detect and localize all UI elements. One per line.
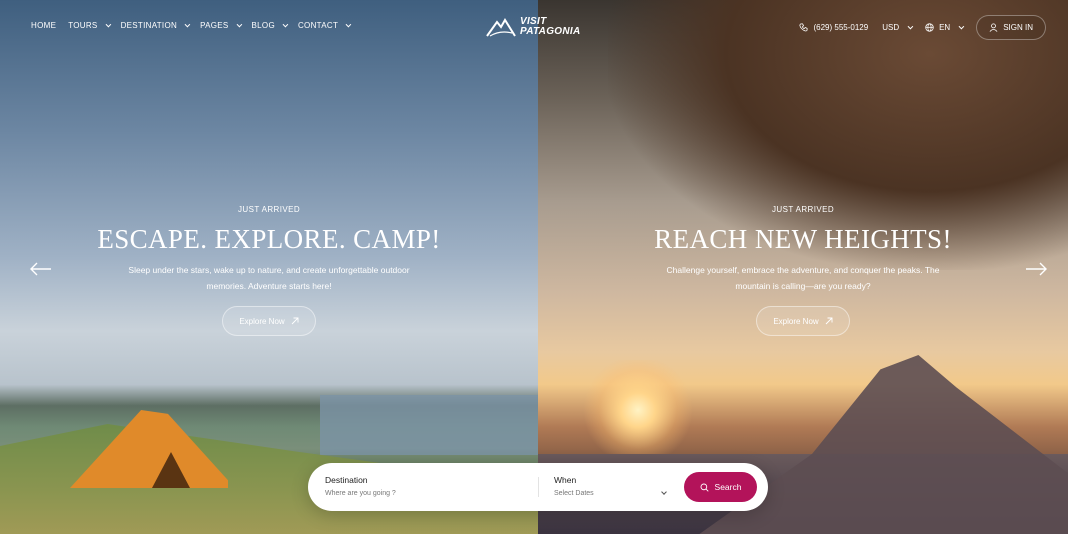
chevron-down-icon (184, 21, 191, 27)
nav-destination-label: DESTINATION (120, 21, 178, 30)
nav-contact-label: CONTACT (297, 21, 339, 30)
main-menu: HOME TOURS DESTINATION PAGES BLOG CONTAC… (31, 21, 352, 30)
slide-headline: REACH NEW HEIGHTS! (654, 224, 952, 254)
chevron-down-icon[interactable] (661, 489, 667, 495)
chevron-down-icon (105, 21, 111, 27)
sunset-glow (578, 360, 698, 460)
currency-selector[interactable]: USD (882, 23, 914, 32)
chevron-down-icon (907, 23, 914, 29)
utility-menu: (629) 555-0129 USD EN SIGN IN (799, 15, 1046, 40)
sign-in-button[interactable]: SIGN IN (976, 15, 1046, 40)
explore-now-label: Explore Now (773, 316, 819, 326)
arrow-right-icon[interactable] (1025, 262, 1047, 276)
nav-pages-label: PAGES (200, 21, 229, 30)
nav-blog[interactable]: BLOG (251, 21, 289, 30)
nav-tours[interactable]: TOURS (68, 21, 111, 30)
slide-camping-copy: JUST ARRIVED ESCAPE. EXPLORE. CAMP! Slee… (0, 205, 538, 336)
currency-label: USD (882, 23, 900, 32)
nav-blog-label: BLOG (251, 21, 275, 30)
user-icon (989, 23, 998, 32)
logo-line-2: PATAGONIA (520, 26, 581, 37)
destination-label: Destination (325, 475, 368, 485)
search-icon (700, 483, 709, 492)
top-navbar: HOME TOURS DESTINATION PAGES BLOG CONTAC… (0, 0, 1068, 56)
nav-home-label: HOME (31, 21, 57, 30)
search-bar: Destination Where are you going ? When S… (308, 463, 768, 511)
explore-now-label: Explore Now (239, 316, 285, 326)
slide-description: Challenge yourself, embrace the adventur… (666, 265, 940, 291)
search-button-label: Search (714, 482, 742, 492)
globe-icon (925, 23, 934, 32)
explore-now-button[interactable]: Explore Now (222, 306, 316, 336)
date-placeholder: Select Dates (554, 490, 594, 497)
when-label: When (554, 475, 577, 485)
explore-now-button[interactable]: Explore Now (756, 306, 850, 336)
slide-headline: ESCAPE. EXPLORE. CAMP! (97, 224, 441, 254)
slide-climbing-copy: JUST ARRIVED REACH NEW HEIGHTS! Challeng… (538, 205, 1068, 336)
phone-link[interactable]: (629) 555-0129 (799, 23, 868, 32)
field-divider (538, 477, 539, 497)
language-label: EN (939, 23, 951, 32)
chevron-down-icon (236, 21, 242, 27)
sign-in-label: SIGN IN (1003, 23, 1033, 32)
mountain-logo-icon (486, 18, 516, 37)
chevron-down-icon (958, 23, 965, 29)
lake-scene (320, 395, 538, 455)
arrow-up-right-icon (291, 317, 299, 325)
arrow-up-right-icon (825, 317, 833, 325)
search-button[interactable]: Search (684, 472, 757, 502)
destination-field[interactable]: Destination Where are you going ? (325, 475, 396, 497)
destination-placeholder: Where are you going ? (325, 490, 396, 497)
phone-number: (629) 555-0129 (813, 23, 869, 32)
chevron-down-icon (282, 21, 289, 27)
nav-tours-label: TOURS (68, 21, 98, 30)
language-selector[interactable]: EN (925, 23, 965, 32)
date-field[interactable]: When Select Dates (554, 475, 594, 497)
nav-contact[interactable]: CONTACT (297, 21, 352, 30)
nav-home[interactable]: HOME (31, 21, 56, 30)
chevron-down-icon (345, 21, 352, 27)
logo-wordmark: VISIT PATAGONIA (520, 17, 580, 37)
phone-icon (799, 23, 808, 32)
slide-eyebrow: JUST ARRIVED (772, 205, 834, 214)
nav-pages[interactable]: PAGES (200, 21, 242, 30)
site-logo[interactable]: VISIT PATAGONIA (486, 16, 580, 38)
nav-destination[interactable]: DESTINATION (120, 21, 191, 30)
slide-eyebrow: JUST ARRIVED (238, 205, 300, 214)
arrow-left-icon[interactable] (30, 262, 52, 276)
slide-description: Sleep under the stars, wake up to nature… (128, 265, 410, 291)
